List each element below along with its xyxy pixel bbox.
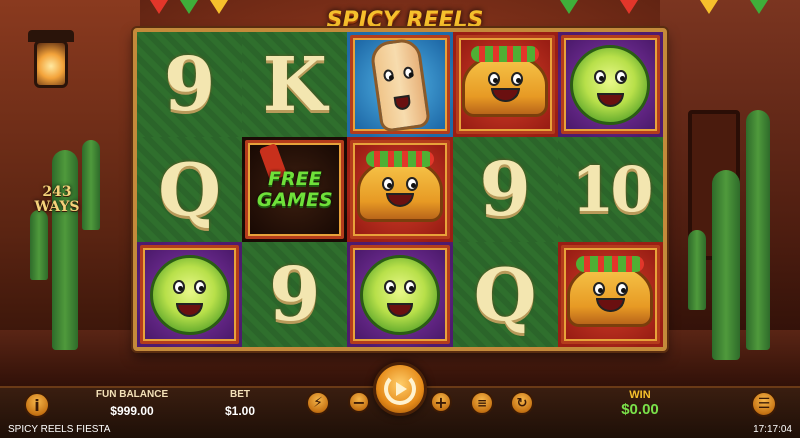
lightning-icon: ⚡ bbox=[313, 395, 323, 411]
symbol-free-games: FREE GAMES bbox=[256, 167, 333, 211]
bunting-flag bbox=[150, 0, 168, 14]
reel-cell: 9 bbox=[452, 137, 558, 242]
eye-icon bbox=[594, 69, 607, 84]
bunting-flag bbox=[180, 0, 198, 14]
reel-cell: K bbox=[242, 32, 348, 137]
free-games-line1: FREE bbox=[267, 167, 322, 190]
reel-cell bbox=[557, 242, 663, 347]
reel-cell: 9 bbox=[137, 32, 243, 137]
free-games-line2: GAMES bbox=[256, 188, 333, 211]
eye-icon bbox=[614, 69, 627, 84]
mouth-icon bbox=[597, 92, 624, 107]
bet-decrease-button[interactable]: − bbox=[348, 391, 370, 413]
win-label: WIN bbox=[629, 389, 651, 401]
reel-cell: Q bbox=[137, 137, 243, 242]
lime-icon bbox=[359, 254, 440, 335]
taco-icon bbox=[356, 150, 443, 222]
bunting-flag bbox=[700, 0, 718, 14]
cactus-right-arm bbox=[688, 230, 706, 310]
mouth-icon bbox=[176, 302, 203, 317]
bet-increase-button[interactable]: + bbox=[430, 391, 452, 413]
ways-indicator: 243 WAYS bbox=[22, 185, 92, 215]
eye-icon bbox=[404, 279, 417, 294]
lime-icon bbox=[570, 44, 651, 125]
eye-icon bbox=[405, 176, 418, 191]
footer-clock: 17:17:04 bbox=[753, 424, 792, 435]
symbol-q: Q bbox=[158, 146, 221, 232]
autoplay-button[interactable]: ↻ bbox=[510, 391, 534, 415]
symbol-q: Q bbox=[473, 251, 537, 337]
cactus-right-tall bbox=[746, 110, 770, 350]
eye-icon bbox=[487, 71, 500, 86]
reels-frame: 9 K Q FREE GAMES 9 10 9 Q bbox=[133, 28, 667, 351]
win-value: $0.00 bbox=[621, 401, 659, 418]
mouth-icon bbox=[393, 94, 412, 111]
symbol-9: 9 bbox=[163, 41, 216, 128]
spin-button[interactable] bbox=[373, 362, 427, 416]
bet-value: $1.00 bbox=[224, 404, 256, 418]
reel-cell bbox=[137, 242, 243, 347]
mouth-icon bbox=[595, 297, 625, 312]
turbo-button[interactable]: ⚡ bbox=[306, 391, 330, 415]
reel-cell: 10 bbox=[557, 137, 663, 242]
reel-cell bbox=[452, 32, 558, 137]
hamburger-menu-icon: ☰ bbox=[757, 396, 771, 412]
reel-cell bbox=[347, 242, 453, 347]
autoplay-icon: ↻ bbox=[516, 395, 528, 411]
symbol-9: 9 bbox=[269, 251, 321, 338]
footer-game-title: SPICY REELS FIESTA bbox=[8, 424, 111, 435]
lantern-icon bbox=[34, 40, 68, 88]
eye-icon bbox=[173, 279, 186, 294]
symbol-9: 9 bbox=[479, 146, 531, 233]
cactus-left-arm bbox=[30, 210, 48, 280]
reel-cell bbox=[557, 32, 663, 137]
reel-cell: Q bbox=[452, 242, 558, 347]
cactus-left bbox=[52, 150, 78, 350]
info-button[interactable]: i bbox=[24, 392, 50, 418]
bet-label: BET bbox=[230, 389, 250, 400]
lime-icon bbox=[149, 254, 230, 335]
symbol-10: 10 bbox=[571, 152, 653, 226]
bunting-flag bbox=[210, 0, 228, 14]
reel-cell bbox=[347, 137, 453, 242]
eye-icon bbox=[382, 176, 395, 191]
eye-icon bbox=[402, 65, 415, 80]
ways-number: 243 bbox=[42, 184, 72, 200]
coin-value-button[interactable]: ≡ bbox=[470, 391, 494, 415]
eye-icon bbox=[615, 281, 628, 296]
symbol-k: K bbox=[262, 41, 327, 128]
balance-label: FUN BALANCE bbox=[95, 389, 169, 400]
mouth-icon bbox=[490, 87, 520, 102]
reel-cell: FREE GAMES bbox=[242, 137, 348, 242]
mouth-icon bbox=[386, 302, 414, 317]
reel-cell bbox=[347, 32, 453, 137]
eye-icon bbox=[383, 279, 396, 294]
cactus-right bbox=[712, 170, 740, 360]
bunting-flag bbox=[750, 0, 768, 14]
game-stage: 243 WAYS SPICY REELS FIESTA 9KQFREEGAMES… bbox=[0, 0, 800, 438]
coins-icon: ≡ bbox=[476, 396, 488, 410]
eye-icon bbox=[382, 68, 395, 82]
reel-grid: 9 K Q FREE GAMES 9 10 9 Q bbox=[137, 32, 663, 347]
plus-icon: + bbox=[434, 392, 448, 412]
reel-cell: 9 bbox=[242, 242, 348, 347]
bunting-flag bbox=[560, 0, 578, 14]
bunting-flag bbox=[620, 0, 638, 14]
eye-icon bbox=[510, 71, 523, 86]
spin-icon bbox=[384, 373, 416, 405]
mouth-icon bbox=[385, 192, 415, 207]
burrito-icon bbox=[368, 36, 431, 133]
ways-label: WAYS bbox=[34, 199, 80, 215]
eye-icon bbox=[193, 279, 206, 294]
menu-button[interactable]: ☰ bbox=[751, 391, 777, 417]
balance-value: $999.00 bbox=[110, 404, 154, 418]
eye-icon bbox=[592, 281, 605, 296]
taco-icon bbox=[567, 255, 654, 327]
info-icon: i bbox=[34, 395, 40, 415]
taco-icon bbox=[462, 45, 549, 117]
minus-icon: − bbox=[352, 392, 366, 412]
